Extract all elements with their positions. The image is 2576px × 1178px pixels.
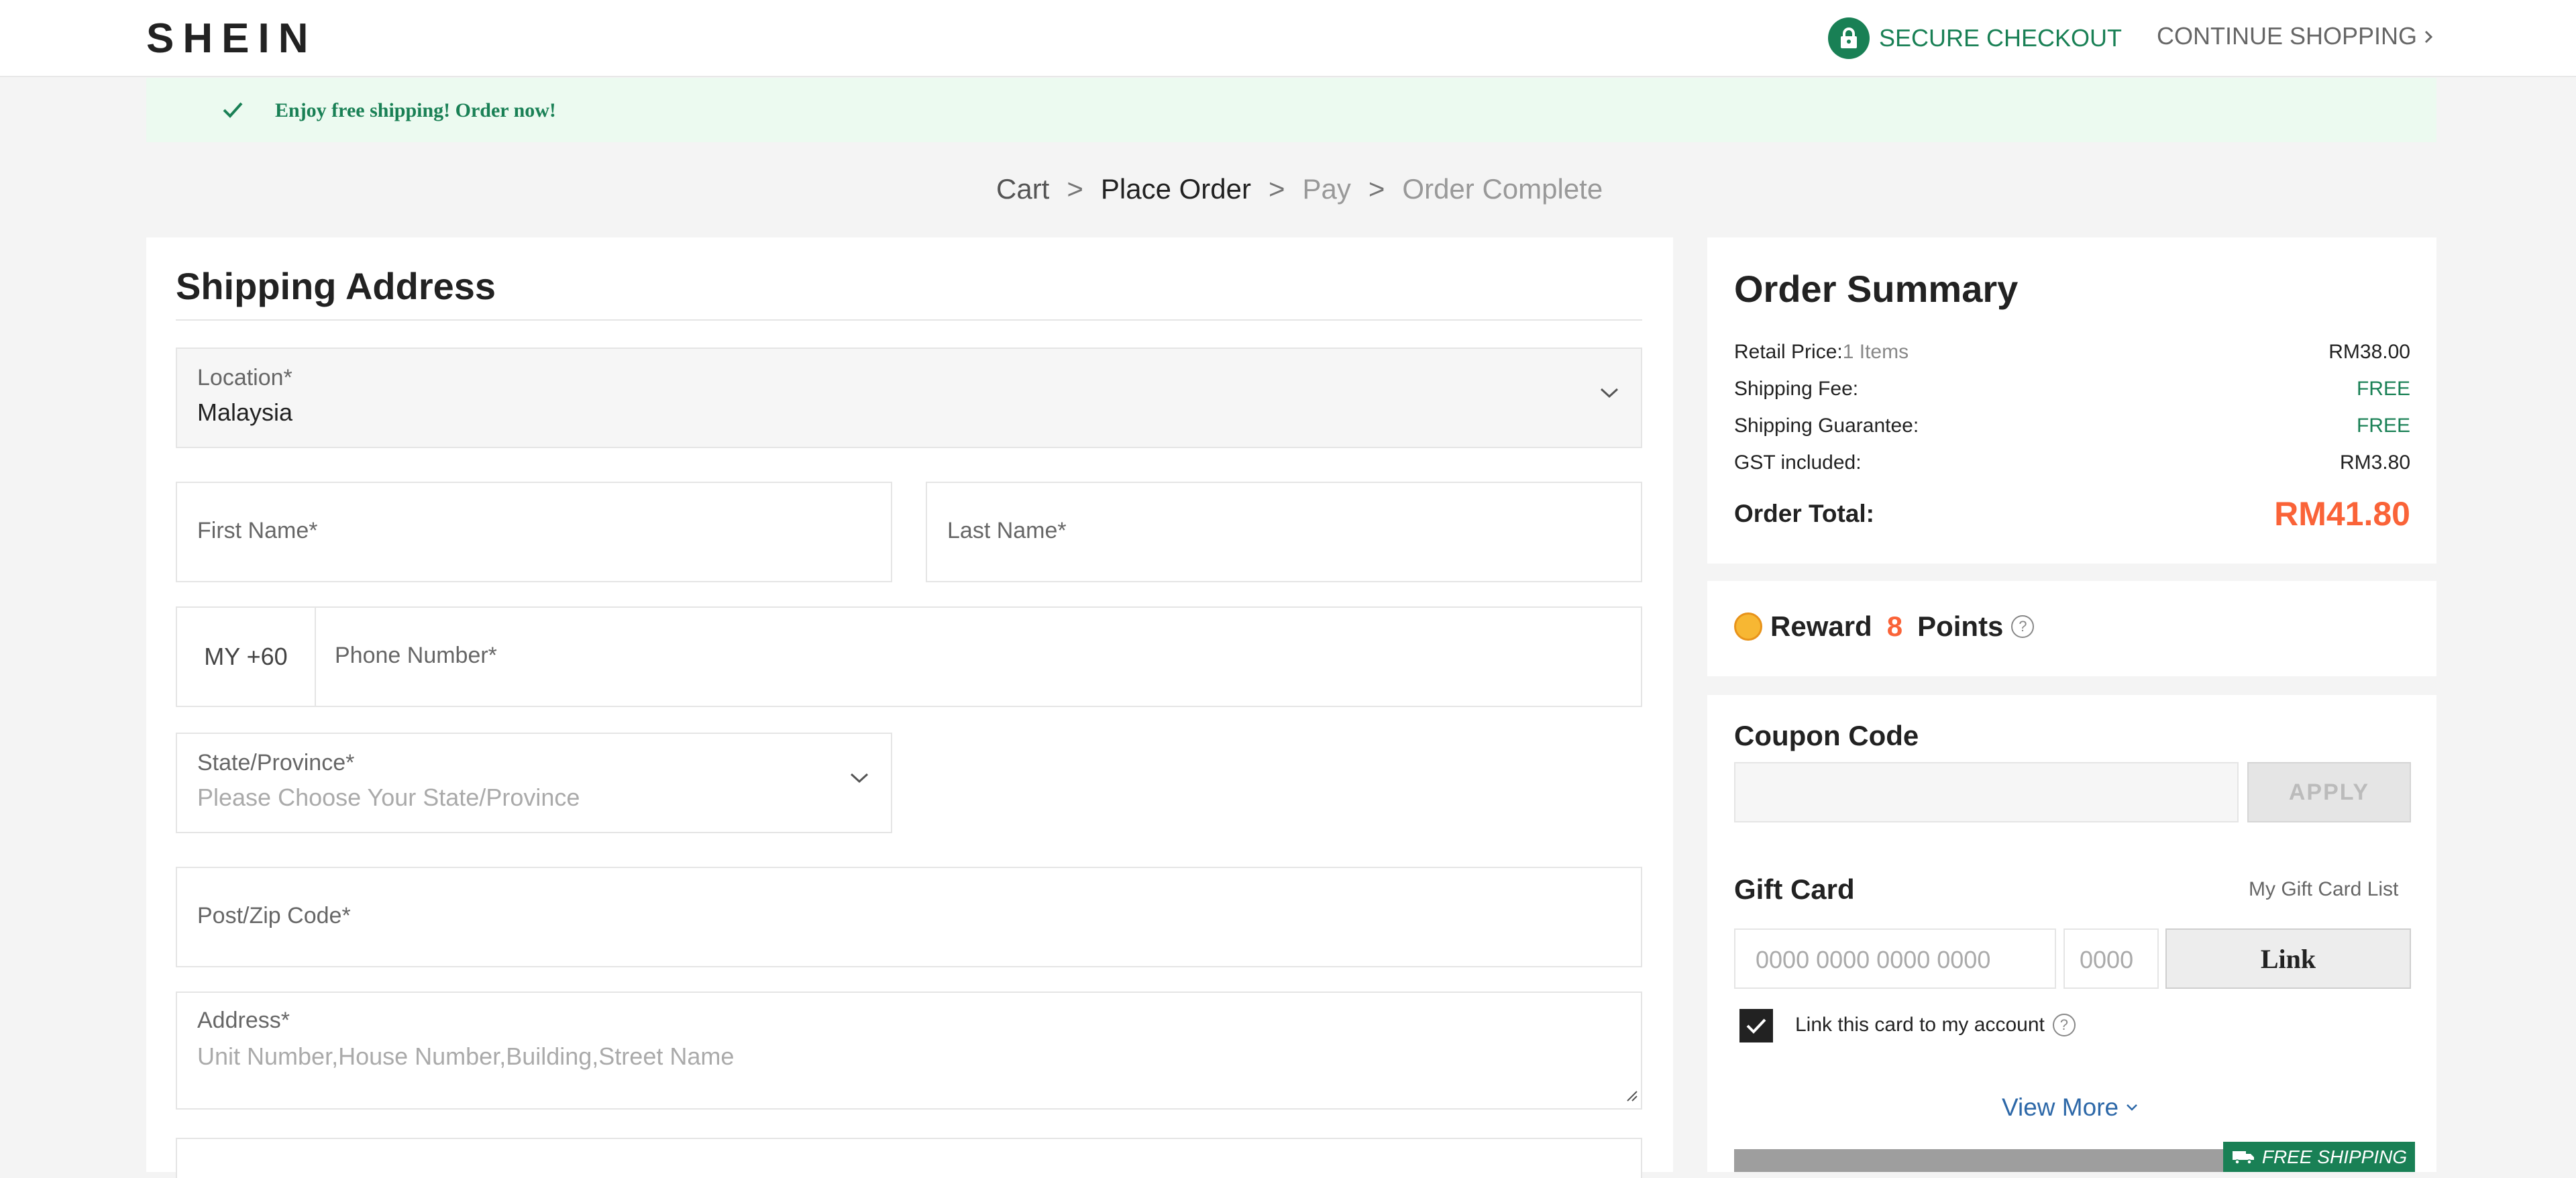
retail-price-label: Retail Price:	[1734, 341, 1843, 363]
step-separator: >	[1368, 173, 1385, 205]
step-separator: >	[1268, 173, 1285, 205]
step-order-complete: Order Complete	[1402, 173, 1603, 205]
step-cart[interactable]: Cart	[996, 173, 1049, 205]
chevron-right-icon	[2424, 22, 2433, 50]
location-value: Malaysia	[197, 398, 293, 426]
phone-country-code[interactable]: MY +60	[177, 608, 316, 706]
gst-label: GST included:	[1734, 451, 1862, 474]
order-total-value: RM41.80	[2274, 495, 2410, 533]
gst-row: GST included: RM3.80	[1734, 451, 2410, 474]
checkout-steps: Cart > Place Order > Pay > Order Complet…	[996, 173, 1603, 205]
chevron-down-icon	[2127, 1104, 2137, 1111]
reward-points: Reward 8 Points ?	[1734, 610, 2035, 643]
order-summary-title: Order Summary	[1734, 268, 2019, 310]
gift-card-list-link[interactable]: My Gift Card List	[2249, 878, 2398, 901]
state-label: State/Province*	[197, 750, 355, 775]
chevron-down-icon	[1599, 386, 1619, 403]
retail-items-count: 1 Items	[1842, 341, 1909, 363]
location-label: Location*	[197, 365, 292, 390]
address-field[interactable]: Address* Unit Number,House Number,Buildi…	[176, 992, 1642, 1110]
next-address-field[interactable]	[176, 1138, 1642, 1178]
phone-prefix: MY +60	[204, 643, 288, 670]
free-shipping-badge-label: FREE SHIPPING	[2261, 1146, 2408, 1167]
shipping-fee-row: Shipping Fee: FREE	[1734, 378, 2410, 400]
link-card-checkbox[interactable]	[1739, 1009, 1773, 1042]
coupon-title: Coupon Code	[1734, 720, 1919, 751]
secure-checkout-label: SECURE CHECKOUT	[1879, 24, 2123, 52]
last-name-field[interactable]: Last Name*	[926, 482, 1642, 582]
chevron-down-icon	[849, 771, 869, 788]
truck-icon	[2232, 1150, 2254, 1165]
shipping-address-title: Shipping Address	[176, 265, 496, 307]
banner-text[interactable]: Enjoy free shipping! Order now!	[275, 99, 556, 122]
apply-coupon-button[interactable]: APPLY	[2247, 762, 2411, 822]
check-icon	[1746, 1018, 1766, 1034]
gst-value: RM3.80	[2339, 451, 2410, 474]
question-icon[interactable]: ?	[2011, 615, 2035, 638]
coin-icon	[1734, 612, 1762, 641]
order-total-label: Order Total:	[1734, 500, 1874, 527]
shein-logo[interactable]: SHEIN	[146, 15, 317, 62]
retail-price-row: Retail Price:1 Items RM38.00	[1734, 341, 2410, 364]
view-more-label[interactable]: View More	[2002, 1093, 2118, 1122]
question-icon[interactable]: ?	[2052, 1014, 2076, 1036]
divider	[176, 319, 1642, 321]
check-icon	[221, 99, 244, 123]
gift-card-title: Gift Card	[1734, 873, 1855, 905]
lock-icon	[1828, 17, 1870, 59]
phone-label: Phone Number*	[335, 643, 497, 668]
first-name-label: First Name*	[197, 518, 318, 543]
phone-field[interactable]: MY +60 Phone Number*	[176, 606, 1642, 707]
resize-handle-icon[interactable]	[1625, 1089, 1638, 1106]
free-shipping-badge: FREE SHIPPING	[2223, 1142, 2415, 1172]
shipping-fee-value: FREE	[2356, 378, 2410, 400]
continue-shopping-label[interactable]: CONTINUE SHOPPING	[2157, 22, 2417, 50]
shipping-fee-label: Shipping Fee:	[1734, 378, 1859, 400]
continue-shopping-link[interactable]: CONTINUE SHOPPING	[2157, 22, 2433, 50]
shipping-guarantee-row: Shipping Guarantee: FREE	[1734, 415, 2410, 437]
reward-prefix: Reward	[1770, 610, 1872, 642]
step-separator: >	[1067, 173, 1083, 205]
step-pay: Pay	[1302, 173, 1351, 205]
gift-card-pin-input[interactable]: 0000	[2063, 928, 2159, 989]
link-card-label-wrap: Link this card to my account ?	[1795, 1014, 2076, 1036]
secure-checkout: SECURE CHECKOUT	[1828, 17, 2122, 60]
location-select[interactable]: Location* Malaysia	[176, 347, 1642, 448]
postcode-label: Post/Zip Code*	[197, 903, 351, 928]
reward-suffix: Points	[1917, 610, 2004, 642]
coupon-input[interactable]	[1734, 762, 2239, 822]
view-more-link[interactable]: View More	[2002, 1093, 2139, 1122]
link-gift-card-button[interactable]: Link	[2165, 928, 2411, 989]
gift-card-number-placeholder: 0000 0000 0000 0000	[1756, 946, 1991, 973]
gift-card-number-input[interactable]: 0000 0000 0000 0000	[1734, 928, 2056, 989]
link-card-label: Link this card to my account	[1795, 1014, 2045, 1036]
shipping-guarantee-label: Shipping Guarantee:	[1734, 415, 1919, 437]
reward-points-value: 8	[1886, 610, 1903, 642]
state-select[interactable]: State/Province* Please Choose Your State…	[176, 733, 892, 833]
gift-card-pin-placeholder: 0000	[2080, 946, 2134, 973]
postcode-field[interactable]: Post/Zip Code*	[176, 867, 1642, 967]
first-name-field[interactable]: First Name*	[176, 482, 892, 582]
step-place-order: Place Order	[1100, 173, 1251, 205]
retail-price-value: RM38.00	[2328, 341, 2410, 363]
shipping-guarantee-value: FREE	[2356, 415, 2410, 437]
last-name-label: Last Name*	[947, 518, 1067, 543]
address-label: Address*	[197, 1008, 290, 1033]
address-placeholder: Unit Number,House Number,Building,Street…	[197, 1042, 735, 1070]
state-placeholder: Please Choose Your State/Province	[197, 784, 580, 811]
order-total-row: Order Total: RM41.80	[1734, 494, 2410, 533]
